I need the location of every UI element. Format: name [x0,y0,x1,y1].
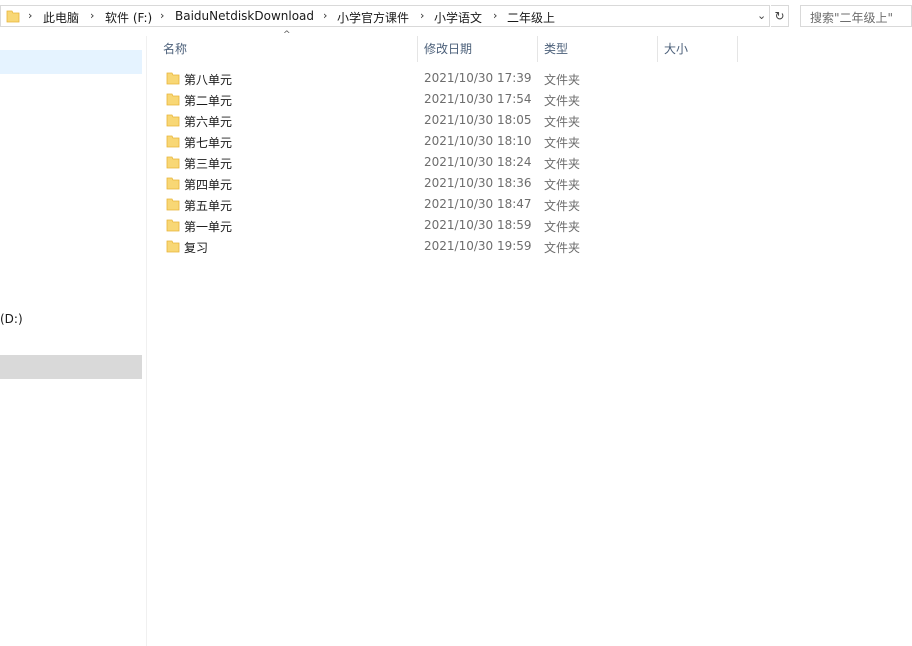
file-date: 2021/10/30 18:36 [424,176,532,190]
file-type: 文件夹 [544,157,581,171]
folder-icon [166,155,180,172]
column-divider[interactable] [537,36,538,62]
file-row[interactable]: 复习 2021/10/30 19:59 文件夹 [160,236,912,257]
file-date: 2021/10/30 17:39 [424,71,532,85]
file-name: 复习 [184,241,209,255]
sort-ascending-icon: ^ [283,30,291,40]
folder-icon [166,176,180,193]
navigation-pane[interactable]: (D:) [0,36,147,646]
file-type: 文件夹 [544,136,581,150]
column-header-name[interactable]: 名称 [163,40,187,57]
chevron-right-icon[interactable]: › [323,9,327,22]
folder-icon [6,9,20,26]
column-divider[interactable] [657,36,658,62]
column-header-type[interactable]: 类型 [544,40,568,57]
file-type: 文件夹 [544,220,581,234]
chevron-right-icon[interactable]: › [28,9,32,22]
file-date: 2021/10/30 18:59 [424,218,532,232]
breadcrumb-drive-f[interactable]: 软件 (F:) [105,9,152,26]
file-name: 第六单元 [184,115,233,129]
file-date: 2021/10/30 19:59 [424,239,532,253]
folder-icon [166,218,180,235]
column-header-date[interactable]: 修改日期 [424,40,472,57]
refresh-icon: ↻ [774,9,785,23]
file-type: 文件夹 [544,94,581,108]
search-input[interactable]: 搜索"二年级上" [800,5,912,27]
file-row[interactable]: 第七单元 2021/10/30 18:10 文件夹 [160,131,912,152]
nav-item-drive-d[interactable]: (D:) [0,312,23,326]
folder-icon [166,134,180,151]
chevron-right-icon[interactable]: › [420,9,424,22]
file-name: 第一单元 [184,220,233,234]
file-row[interactable]: 第四单元 2021/10/30 18:36 文件夹 [160,173,912,194]
file-type: 文件夹 [544,199,581,213]
breadcrumb-chinese[interactable]: 小学语文 [434,9,482,26]
file-date: 2021/10/30 18:47 [424,197,532,211]
file-name: 第七单元 [184,136,233,150]
chevron-right-icon[interactable]: › [160,9,164,22]
file-row[interactable]: 第三单元 2021/10/30 18:24 文件夹 [160,152,912,173]
file-row[interactable]: 第五单元 2021/10/30 18:47 文件夹 [160,194,912,215]
file-row[interactable]: 第八单元 2021/10/30 17:39 文件夹 [160,68,912,89]
file-row[interactable]: 第六单元 2021/10/30 18:05 文件夹 [160,110,912,131]
folder-icon [166,71,180,88]
column-divider[interactable] [417,36,418,62]
nav-item-selected[interactable] [0,50,142,74]
nav-item-hover[interactable] [0,355,142,379]
breadcrumb-this-pc[interactable]: 此电脑 [43,9,79,26]
address-bar[interactable]: › 此电脑 › 软件 (F:) › BaiduNetdiskDownload ›… [0,5,770,27]
chevron-down-icon[interactable]: ⌄ [757,9,766,22]
file-name: 第二单元 [184,94,233,108]
file-name: 第三单元 [184,157,233,171]
file-name: 第五单元 [184,199,233,213]
chevron-right-icon[interactable]: › [90,9,94,22]
file-type: 文件夹 [544,73,581,87]
file-row[interactable]: 第一单元 2021/10/30 18:59 文件夹 [160,215,912,236]
file-name: 第四单元 [184,178,233,192]
column-header-size[interactable]: 大小 [664,40,688,57]
file-type: 文件夹 [544,241,581,255]
breadcrumb-grade-two-first-term[interactable]: 二年级上 [507,9,555,26]
file-date: 2021/10/30 18:24 [424,155,532,169]
file-date: 2021/10/30 17:54 [424,92,532,106]
file-date: 2021/10/30 18:05 [424,113,532,127]
file-type: 文件夹 [544,178,581,192]
file-type: 文件夹 [544,115,581,129]
file-date: 2021/10/30 18:10 [424,134,532,148]
folder-icon [166,239,180,256]
folder-icon [166,197,180,214]
refresh-button[interactable]: ↻ [771,5,789,27]
file-name: 第八单元 [184,73,233,87]
chevron-right-icon[interactable]: › [493,9,497,22]
folder-icon [166,92,180,109]
breadcrumb-baidunetdiskdownload[interactable]: BaiduNetdiskDownload [175,9,314,23]
column-divider[interactable] [737,36,738,62]
folder-icon [166,113,180,130]
file-row[interactable]: 第二单元 2021/10/30 17:54 文件夹 [160,89,912,110]
breadcrumb-official-courseware[interactable]: 小学官方课件 [337,9,409,26]
